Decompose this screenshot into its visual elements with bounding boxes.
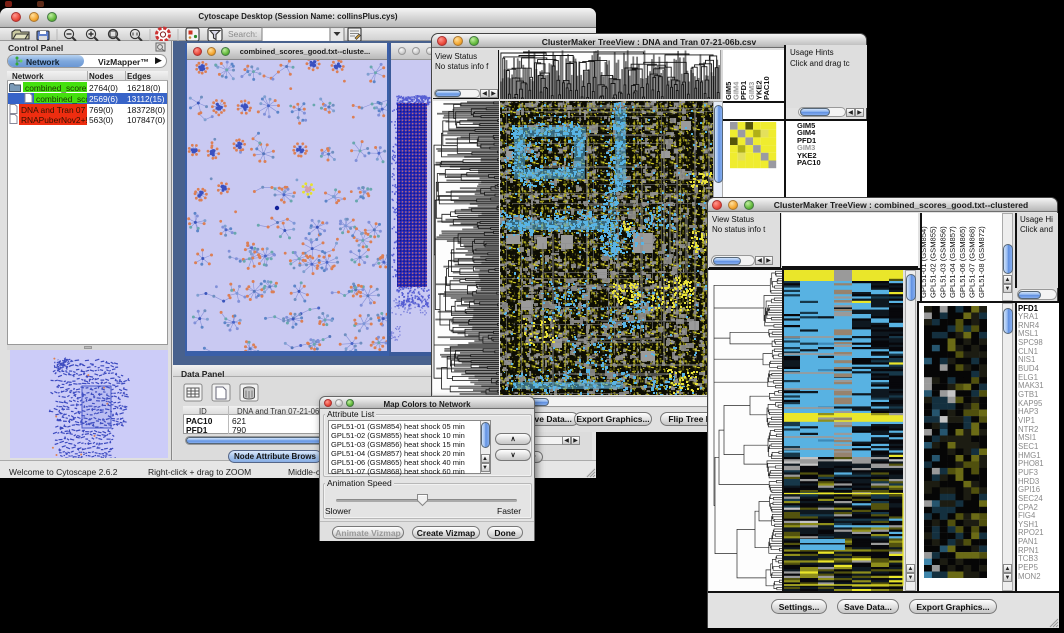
- svg-text:GPL51-03 (GSM856): GPL51-03 (GSM856): [938, 226, 947, 298]
- svg-text:GPL51-04 (GSM857): GPL51-04 (GSM857): [948, 226, 957, 298]
- svg-text:GPL51-02 (GSM855): GPL51-02 (GSM855): [929, 226, 938, 298]
- svg-text:GPL51-08 (GSM872): GPL51-08 (GSM872): [977, 226, 986, 298]
- svg-text:GPL51-01 (GSM854): GPL51-01 (GSM854): [919, 226, 928, 298]
- svg-text:GPL51-07 (GSM868): GPL51-07 (GSM868): [968, 226, 977, 298]
- svg-text:GPL51-06 (GSM865): GPL51-06 (GSM865): [958, 226, 967, 298]
- svg-text:PAC10: PAC10: [762, 76, 771, 100]
- svg-text:Search:: Search:: [228, 29, 257, 39]
